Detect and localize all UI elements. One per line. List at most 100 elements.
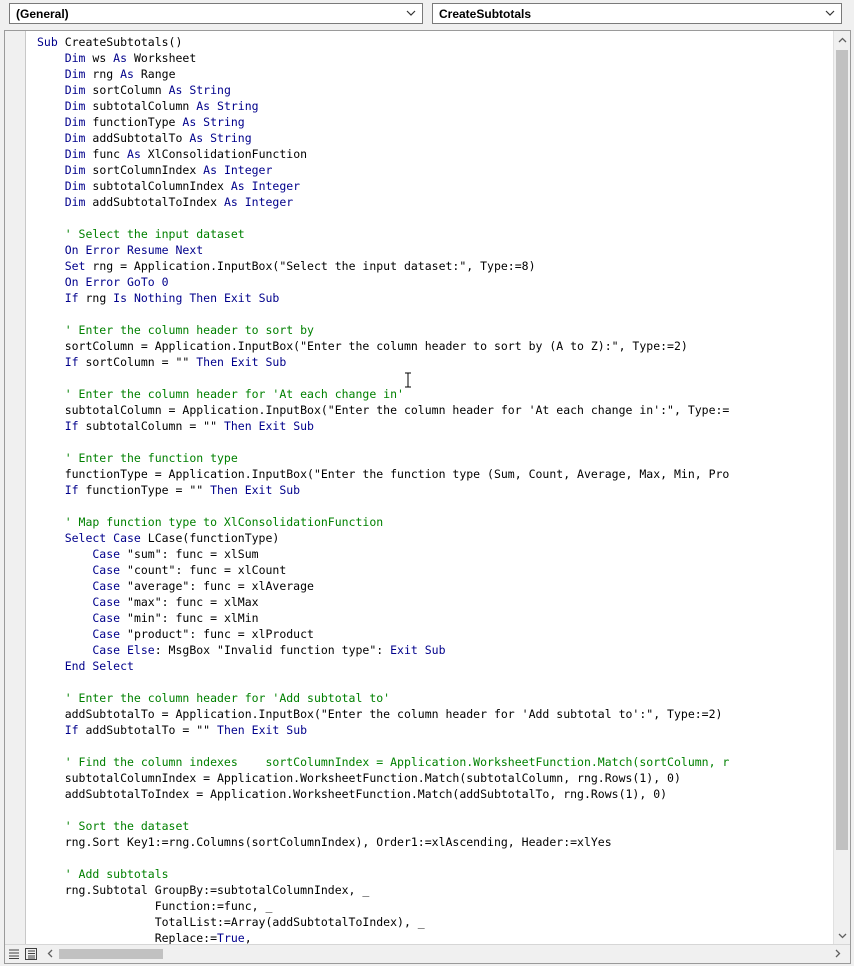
code-line[interactable]: ' Enter the column header for 'Add subto… (37, 690, 390, 706)
code-line[interactable]: TotalList:=Array(addSubtotalToIndex), _ (37, 914, 425, 930)
code-line[interactable]: ' Enter the function type (37, 450, 238, 466)
code-token: ' Enter the function type (37, 451, 238, 465)
code-line[interactable]: functionType = Application.InputBox("Ent… (37, 466, 730, 482)
code-token: Sub (37, 35, 65, 49)
full-module-view-icon[interactable] (23, 946, 39, 962)
code-line[interactable]: ' Find the column indexes sortColumnInde… (37, 754, 730, 770)
code-token: Replace:= (37, 931, 218, 944)
code-line[interactable]: Case "min": func = xlMin (37, 610, 258, 626)
code-line[interactable]: ' Sort the dataset (37, 818, 190, 834)
chevron-right-icon[interactable] (829, 945, 846, 962)
code-line[interactable]: addSubtotalTo = Application.InputBox("En… (37, 706, 723, 722)
code-token: ' Select the input dataset (37, 227, 245, 241)
vertical-scrollbar[interactable] (833, 31, 850, 944)
chevron-down-icon[interactable] (834, 927, 851, 944)
code-line[interactable]: If subtotalColumn = "" Then Exit Sub (37, 418, 314, 434)
chevron-up-icon[interactable] (834, 31, 851, 48)
code-token: Dim (37, 67, 93, 81)
code-line[interactable]: Dim sortColumn As String (37, 82, 231, 98)
code-token: As Integer (230, 179, 301, 193)
code-token: Dim (37, 147, 93, 161)
code-token: True (217, 931, 245, 944)
code-window[interactable]: Sub CreateSubtotals() Dim ws As Workshee… (27, 31, 833, 944)
object-dropdown[interactable]: (General) (9, 3, 423, 24)
code-token: subtotalColumnIndex = Application.Worksh… (37, 771, 681, 785)
code-token: subtotalColumn (92, 99, 197, 113)
code-line[interactable]: Dim rng As Range (37, 66, 176, 82)
code-token: Is Nothing Then Exit Sub (113, 291, 280, 305)
code-line[interactable]: If sortColumn = "" Then Exit Sub (37, 354, 287, 370)
code-line[interactable]: Dim subtotalColumn As String (37, 98, 259, 114)
code-line[interactable]: Function:=func, _ (37, 898, 273, 914)
code-token: Case (37, 611, 128, 625)
horizontal-scrollbar[interactable] (5, 944, 850, 963)
code-token: On Error Resume Next (37, 243, 204, 257)
code-line[interactable]: Case "average": func = xlAverage (37, 578, 314, 594)
code-line[interactable]: Select Case LCase(functionType) (37, 530, 280, 546)
code-line[interactable]: Dim addSubtotalToIndex As Integer (37, 194, 294, 210)
code-line[interactable]: ' Add subtotals (37, 866, 169, 882)
code-line[interactable]: If addSubtotalTo = "" Then Exit Sub (37, 722, 307, 738)
code-token: As (127, 147, 148, 161)
procedure-dropdown[interactable]: CreateSubtotals (432, 3, 842, 24)
code-token: functionType = Application.InputBox("Ent… (37, 467, 730, 481)
code-line[interactable]: ' Select the input dataset (37, 226, 245, 242)
code-line[interactable]: Dim sortColumnIndex As Integer (37, 162, 273, 178)
code-token: rng.Sort Key1:=rng.Columns(sortColumnInd… (37, 835, 612, 849)
code-token: Range (140, 67, 176, 81)
code-token: "count": func = xlCount (127, 563, 287, 577)
code-token: ' Enter the column header for 'At each c… (37, 387, 404, 401)
code-line[interactable]: Dim func As XlConsolidationFunction (37, 146, 307, 162)
code-line[interactable]: rng.Sort Key1:=rng.Columns(sortColumnInd… (37, 834, 612, 850)
code-line[interactable]: Case "sum": func = xlSum (37, 546, 259, 562)
chevron-left-icon[interactable] (41, 945, 58, 962)
code-token: addSubtotalTo = Application.InputBox("En… (37, 707, 723, 721)
code-line[interactable]: addSubtotalToIndex = Application.Workshe… (37, 786, 667, 802)
code-line[interactable]: If functionType = "" Then Exit Sub (37, 482, 300, 498)
code-line[interactable]: Dim subtotalColumnIndex As Integer (37, 178, 300, 194)
code-line[interactable]: On Error Resume Next (37, 242, 203, 258)
code-line[interactable]: Set rng = Application.InputBox("Select t… (37, 258, 536, 274)
code-line[interactable]: ' Enter the column header to sort by (37, 322, 314, 338)
chevron-down-icon (406, 10, 416, 16)
procedure-view-icon[interactable] (6, 946, 22, 962)
code-token: "sum": func = xlSum (127, 547, 259, 561)
code-token: ' Add subtotals (37, 867, 169, 881)
code-line[interactable]: ' Enter the column header for 'At each c… (37, 386, 404, 402)
code-token: Dim (37, 163, 93, 177)
code-line[interactable]: Dim functionType As String (37, 114, 245, 130)
code-line[interactable]: subtotalColumn = Application.InputBox("E… (37, 402, 730, 418)
code-line[interactable]: Sub CreateSubtotals() (37, 34, 182, 50)
code-line[interactable]: Case "max": func = xlMax (37, 594, 258, 610)
code-token: ws (92, 51, 114, 65)
code-line[interactable]: Dim ws As Worksheet (37, 50, 197, 66)
code-token: TotalList:=Array(addSubtotalToIndex), _ (37, 915, 425, 929)
vertical-scroll-thumb[interactable] (836, 50, 848, 850)
code-line[interactable]: Case Else: MsgBox "Invalid function type… (37, 642, 446, 658)
code-token: ' Sort the dataset (37, 819, 190, 833)
code-line[interactable]: Case "count": func = xlCount (37, 562, 286, 578)
code-token: Case (37, 563, 128, 577)
code-line[interactable]: Replace:=True, _ (37, 930, 266, 944)
margin-indicator-bar[interactable] (5, 31, 26, 944)
code-token: rng (85, 291, 114, 305)
code-token: Dim (37, 83, 93, 97)
code-line[interactable]: If rng Is Nothing Then Exit Sub (37, 290, 280, 306)
code-line[interactable]: ' Map function type to XlConsolidationFu… (37, 514, 384, 530)
code-line[interactable]: rng.Subtotal GroupBy:=subtotalColumnInde… (37, 882, 370, 898)
code-token: As (120, 67, 141, 81)
code-line[interactable]: sortColumn = Application.InputBox("Enter… (37, 338, 688, 354)
code-line[interactable]: End Select (37, 658, 134, 674)
code-token: sortColumn = Application.InputBox("Enter… (37, 339, 688, 353)
code-token: Exit Sub (390, 643, 446, 657)
code-line[interactable]: On Error GoTo 0 (37, 274, 169, 290)
code-token: func (92, 147, 128, 161)
code-token: On Error GoTo 0 (37, 275, 169, 289)
code-line[interactable]: Dim addSubtotalTo As String (37, 130, 252, 146)
code-token: As String (189, 131, 252, 145)
code-editor[interactable]: Sub CreateSubtotals() Dim ws As Workshee… (4, 30, 851, 964)
code-line[interactable]: Case "product": func = xlProduct (37, 626, 314, 642)
code-token: sortColumnIndex (92, 163, 204, 177)
horizontal-scroll-thumb[interactable] (59, 949, 163, 959)
code-line[interactable]: subtotalColumnIndex = Application.Worksh… (37, 770, 681, 786)
